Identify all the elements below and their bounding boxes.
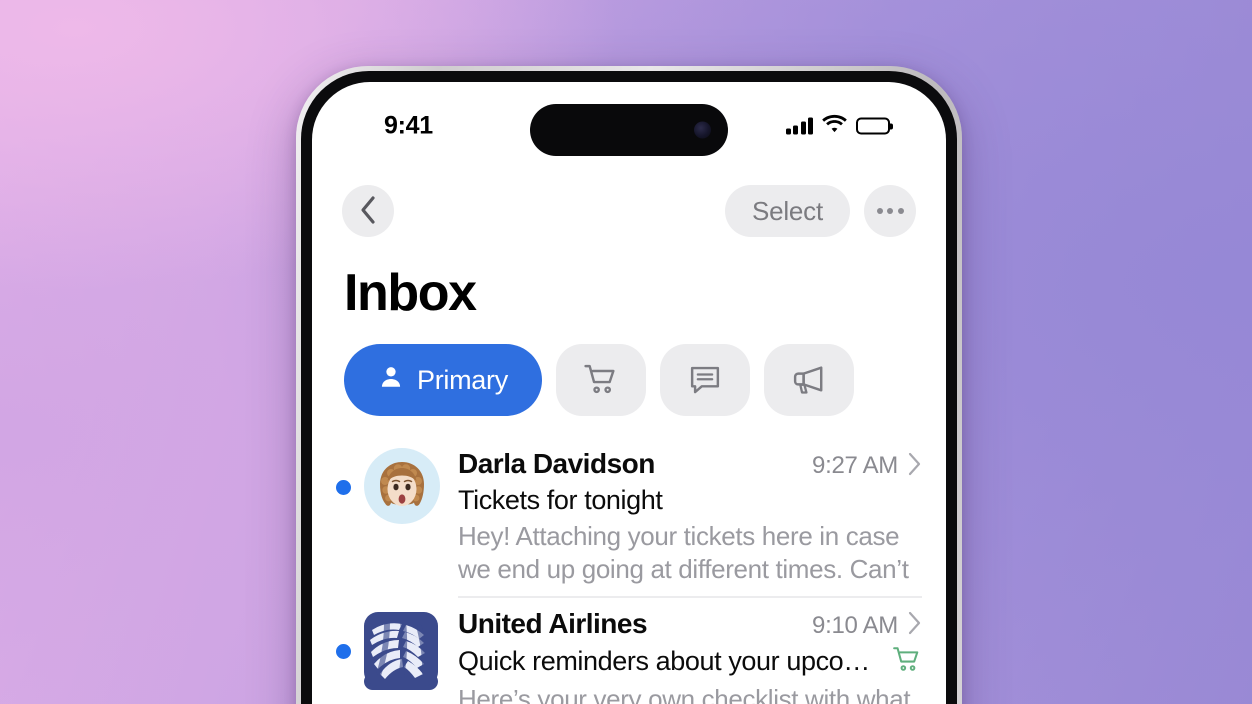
chat-icon: [687, 361, 723, 400]
back-button[interactable]: [342, 185, 394, 237]
email-content: United Airlines 9:10 AM Quick reminders …: [458, 595, 922, 704]
status-clock: 9:41: [384, 111, 433, 140]
email-subject: Quick reminders about your upcoming...: [458, 646, 882, 677]
email-header-row: United Airlines 9:10 AM: [458, 608, 922, 641]
cellular-signal-icon: [785, 117, 813, 135]
email-time: 9:27 AM: [812, 452, 898, 480]
cart-icon: [892, 644, 922, 679]
page-title: Inbox: [344, 264, 477, 322]
email-list: Darla Davidson 9:27 AM Tickets for tonig…: [312, 416, 946, 704]
select-button[interactable]: Select: [724, 185, 850, 237]
email-list-item[interactable]: United Airlines 9:10 AM Quick reminders …: [312, 595, 946, 704]
tab-promotions[interactable]: [763, 344, 854, 417]
more-options-button[interactable]: [864, 185, 916, 237]
tab-shopping[interactable]: [555, 344, 646, 417]
email-header-row: Darla Davidson 9:27 AM: [458, 448, 922, 481]
email-sender: Darla Davidson: [458, 448, 655, 480]
category-tabs: Primary: [312, 322, 946, 417]
email-subject-row: Tickets for tonight: [458, 485, 922, 516]
ellipsis-icon: [876, 208, 904, 214]
email-meta: 9:10 AM: [812, 611, 922, 640]
email-preview: Hey! Attaching your tickets here in case…: [458, 520, 909, 584]
iphone-device: 9:41 Select Inbox Primary Darla Davidson…: [296, 66, 962, 704]
email-meta: 9:27 AM: [812, 452, 922, 481]
device-screen: 9:41 Select Inbox Primary Darla Davidson…: [312, 82, 946, 704]
email-sender: United Airlines: [458, 607, 648, 639]
email-content: Darla Davidson 9:27 AM Tickets for tonig…: [458, 436, 922, 586]
chevron-left-icon: [358, 195, 378, 228]
email-list-item[interactable]: Darla Davidson 9:27 AM Tickets for tonig…: [312, 436, 946, 586]
nav-right-group: Select: [724, 185, 916, 237]
email-time: 9:10 AM: [812, 611, 898, 639]
front-camera-icon: [694, 121, 711, 139]
battery-icon: [856, 117, 890, 135]
tab-primary[interactable]: Primary: [344, 344, 542, 417]
united-airlines-logo: [364, 611, 440, 690]
unread-indicator: [336, 643, 351, 659]
cart-icon: [583, 361, 619, 400]
memoji-avatar: [364, 448, 440, 525]
person-icon: [378, 364, 404, 397]
chevron-right-icon[interactable]: [907, 611, 922, 640]
email-subject-row: Quick reminders about your upcoming...: [458, 644, 922, 679]
megaphone-icon: [791, 361, 827, 400]
chevron-right-icon[interactable]: [907, 452, 922, 481]
email-preview: Here’s your very own checklist with what…: [458, 684, 911, 704]
wifi-icon: [822, 114, 847, 138]
unread-indicator: [336, 480, 351, 496]
dynamic-island: [530, 104, 728, 156]
navigation-bar: Select: [312, 174, 946, 248]
email-subject: Tickets for tonight: [458, 484, 663, 515]
tab-social[interactable]: [659, 344, 750, 417]
tab-primary-label: Primary: [417, 364, 508, 395]
screenshot-stage: 9:41 Select Inbox Primary Darla Davidson…: [0, 0, 1252, 704]
status-indicators: [785, 114, 890, 138]
device-bezel: 9:41 Select Inbox Primary Darla Davidson…: [301, 71, 957, 704]
status-bar: 9:41: [312, 82, 946, 174]
